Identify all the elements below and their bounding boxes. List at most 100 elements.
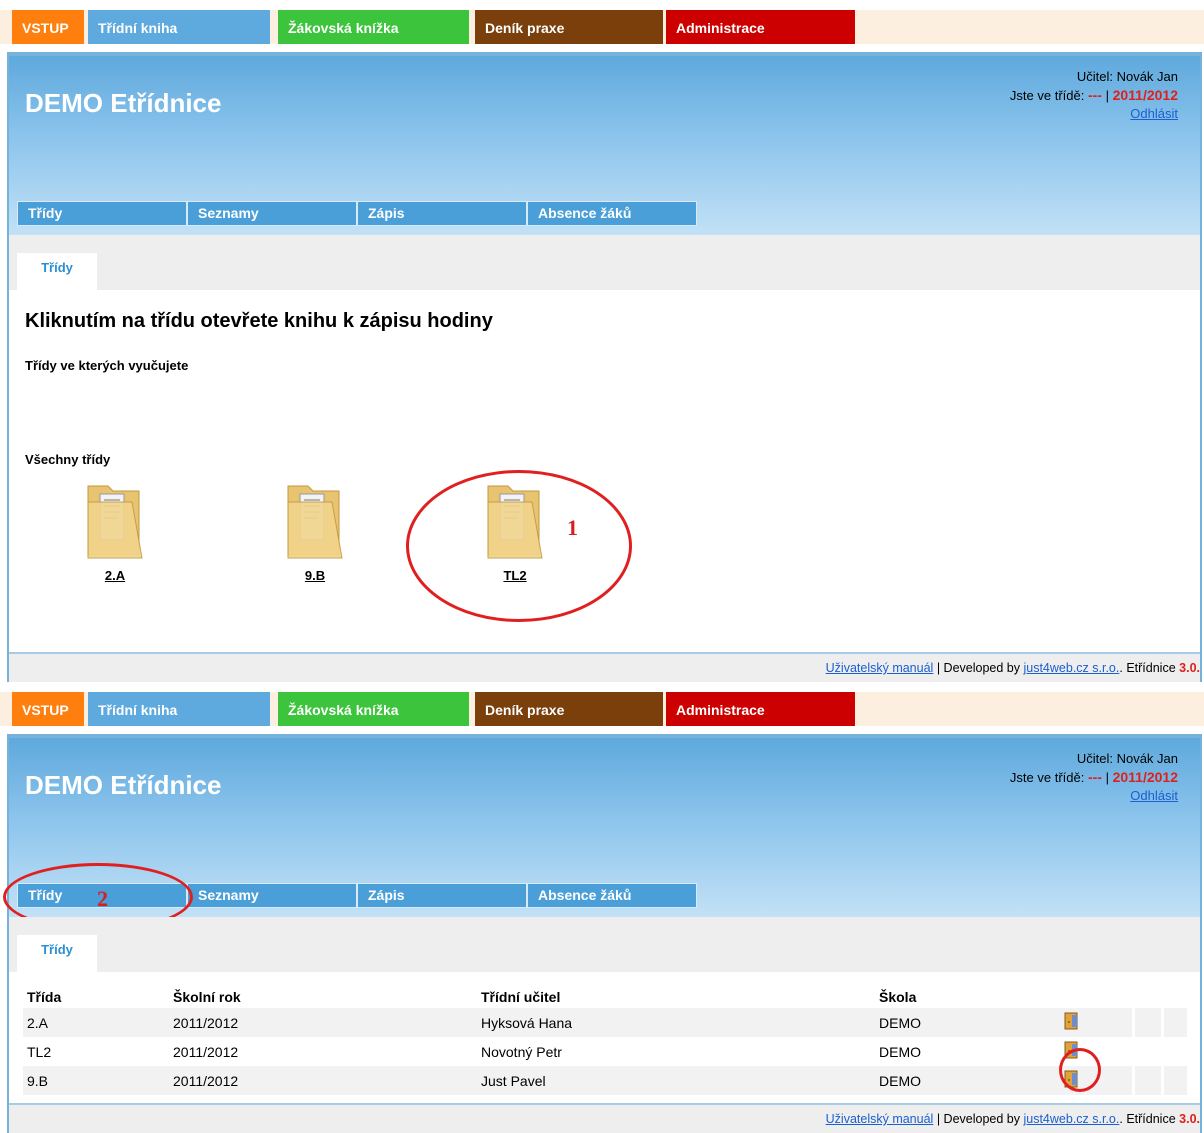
app-title: DEMO Etřídnice — [25, 770, 222, 800]
folder-icon — [255, 480, 375, 564]
tab-tridy[interactable]: Třídy — [17, 253, 97, 290]
footer: Uživatelský manuál | Developed by just4w… — [9, 1103, 1200, 1133]
folder-class-tl2[interactable]: TL2 — [455, 480, 575, 583]
cell-empty — [1160, 1066, 1187, 1095]
all-classes-label: Všechny třídy — [25, 452, 111, 467]
app-tab-vstup[interactable]: VSTUP — [12, 10, 84, 44]
page-heading: Kliknutím na třídu otevřete knihu k zápi… — [25, 310, 493, 332]
main-frame: DEMO Etřídnice Učitel: Novák Jan Jste ve… — [7, 52, 1202, 682]
cell-year: 2011/2012 — [169, 1008, 477, 1037]
taught-classes-label: Třídy ve kterých vyučujete — [25, 358, 189, 373]
product-version: 3.0. — [1179, 1112, 1200, 1126]
cell-empty — [1132, 1066, 1163, 1095]
folder-class-9b[interactable]: 9.B — [255, 480, 375, 583]
nav-seznamy[interactable]: Seznamy — [187, 883, 357, 908]
door-icon[interactable] — [1061, 1070, 1081, 1092]
manual-link[interactable]: Uživatelský manuál — [826, 1112, 934, 1126]
cell-teacher: Novotný Petr — [477, 1037, 875, 1066]
teacher-name: Učitel: Novák Jan — [1076, 751, 1178, 766]
cell-class: TL2 — [23, 1037, 169, 1066]
table-row[interactable]: TL2 2011/2012 Novotný Petr DEMO — [23, 1037, 1187, 1066]
class-line: Jste ve třídě: --- | 2011/2012 — [1010, 86, 1178, 105]
main-nav: Třídy Seznamy Zápis Absence žáků — [17, 201, 697, 226]
app-tab-zakovska[interactable]: Žákovská knížka — [278, 10, 469, 44]
cell-year: 2011/2012 — [169, 1066, 477, 1095]
company-link[interactable]: just4web.cz s.r.o. — [1023, 661, 1119, 675]
product-name: Etřídnice — [1126, 1112, 1176, 1126]
class-line: Jste ve třídě: --- | 2011/2012 — [1010, 768, 1178, 787]
nav-tridy[interactable]: Třídy — [17, 201, 187, 226]
cell-open[interactable] — [1057, 1066, 1134, 1095]
door-icon[interactable] — [1061, 1041, 1081, 1063]
cell-empty — [1132, 1037, 1163, 1066]
app-tab-vstup[interactable]: VSTUP — [12, 692, 84, 726]
header: DEMO Etřídnice Učitel: Novák Jan Jste ve… — [9, 56, 1200, 235]
cell-teacher: Hyksová Hana — [477, 1008, 875, 1037]
sub-tabs: Třídy — [9, 917, 1200, 972]
screen-classes-table: VSTUP Třídní kniha Žákovská knížka Deník… — [0, 682, 1204, 1133]
header: DEMO Etřídnice Učitel: Novák Jan Jste ve… — [3, 738, 1200, 931]
table-row[interactable]: 9.B 2011/2012 Just Pavel DEMO — [23, 1066, 1187, 1095]
separator: | — [1105, 770, 1109, 785]
app-tab-administrace[interactable]: Administrace — [666, 10, 855, 44]
cell-school: DEMO — [875, 1008, 1057, 1037]
nav-seznamy[interactable]: Seznamy — [187, 201, 357, 226]
cell-empty — [1132, 1008, 1163, 1037]
table-row[interactable]: 2.A 2011/2012 Hyksová Hana DEMO — [23, 1008, 1187, 1037]
user-box: Učitel: Novák Jan Jste ve třídě: --- | 2… — [1010, 68, 1178, 123]
developed-by: Developed by — [943, 1112, 1020, 1126]
nav-absence[interactable]: Absence žáků — [527, 883, 697, 908]
folder-label[interactable]: TL2 — [455, 568, 575, 583]
class-label: Jste ve třídě: — [1009, 88, 1085, 103]
annotation-number-2: 2 — [97, 886, 108, 911]
nav-zapis[interactable]: Zápis — [357, 883, 527, 908]
cell-teacher: Just Pavel — [477, 1066, 875, 1095]
manual-link[interactable]: Uživatelský manuál — [826, 661, 934, 675]
nav-zapis[interactable]: Zápis — [357, 201, 527, 226]
separator: | — [1105, 88, 1109, 103]
company-link[interactable]: just4web.cz s.r.o. — [1023, 1112, 1119, 1126]
folder-class-2a[interactable]: 2.A — [55, 480, 175, 583]
app-tab-zakovska[interactable]: Žákovská knížka — [278, 692, 469, 726]
app-tab-denik-praxe[interactable]: Deník praxe — [475, 10, 663, 44]
classes-table: Třída Školní rok Třídní učitel Škola 2.A… — [23, 986, 1187, 1095]
class-label: Jste ve třídě: — [1009, 770, 1085, 785]
product-name: Etřídnice — [1126, 661, 1176, 675]
product-version: 3.0. — [1179, 661, 1200, 675]
folder-icon — [55, 480, 175, 564]
col-skola: Škola — [879, 989, 917, 1005]
app-tab-trida-kniha[interactable]: Třídní kniha — [88, 10, 270, 44]
col-trida: Třída — [27, 989, 62, 1005]
folder-label[interactable]: 2.A — [55, 568, 175, 583]
app-tabs: VSTUP Třídní kniha Žákovská knížka Deník… — [0, 692, 1204, 726]
footer-sep: | — [936, 661, 941, 675]
cell-open[interactable] — [1057, 1008, 1134, 1037]
tab-tridy[interactable]: Třídy — [17, 935, 97, 972]
app-tab-trida-kniha[interactable]: Třídní kniha — [88, 692, 270, 726]
teacher-name: Učitel: Novák Jan — [1076, 69, 1178, 84]
logout-link[interactable]: Odhlásit — [1130, 106, 1178, 121]
cell-open[interactable] — [1057, 1037, 1134, 1066]
app-tabs: VSTUP Třídní kniha Žákovská knížka Deník… — [0, 10, 1204, 44]
app-tab-denik-praxe[interactable]: Deník praxe — [475, 692, 663, 726]
sub-tabs: Třídy — [9, 235, 1200, 290]
school-year: 2011/2012 — [1112, 769, 1178, 785]
logout-link[interactable]: Odhlásit — [1130, 788, 1178, 803]
app-tab-administrace[interactable]: Administrace — [666, 692, 855, 726]
nav-absence[interactable]: Absence žáků — [527, 201, 697, 226]
app-title: DEMO Etřídnice — [25, 88, 222, 118]
folder-label[interactable]: 9.B — [255, 568, 375, 583]
col-empty — [1134, 986, 1163, 1008]
main-frame: DEMO Etřídnice Učitel: Novák Jan Jste ve… — [3, 734, 1202, 1133]
class-value: --- — [1087, 87, 1102, 103]
col-empty — [1162, 986, 1187, 1008]
cell-empty — [1160, 1008, 1187, 1037]
user-box: Učitel: Novák Jan Jste ve třídě: --- | 2… — [1010, 750, 1178, 805]
screen-classes-folders: VSTUP Třídní kniha Žákovská knížka Deník… — [0, 0, 1204, 682]
door-icon[interactable] — [1061, 1012, 1081, 1034]
content-area: Kliknutím na třídu otevřete knihu k zápi… — [9, 290, 1200, 642]
cell-school: DEMO — [875, 1037, 1057, 1066]
folder-icon — [455, 480, 575, 564]
footer-sep: | — [936, 1112, 941, 1126]
school-year: 2011/2012 — [1112, 87, 1178, 103]
